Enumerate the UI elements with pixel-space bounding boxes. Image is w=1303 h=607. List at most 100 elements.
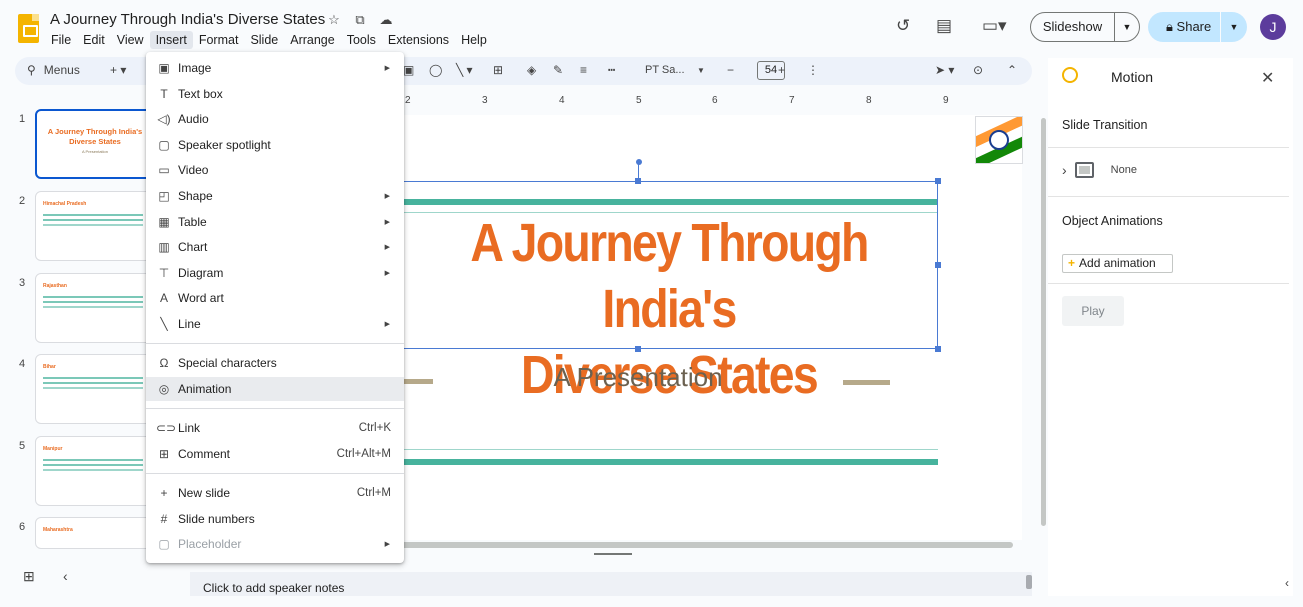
vertical-scrollbar[interactable] bbox=[1041, 118, 1046, 526]
motion-icon[interactable]: ⊙ bbox=[973, 63, 983, 77]
slide-thumbnail-3[interactable]: Rajasthan bbox=[35, 273, 155, 343]
menu-format[interactable]: Format bbox=[193, 31, 245, 49]
document-title[interactable]: A Journey Through India's Diverse States bbox=[50, 11, 325, 28]
menu-extensions[interactable]: Extensions bbox=[382, 31, 455, 49]
menu-item-placeholder: ▢ Placeholder ▶ bbox=[146, 532, 404, 556]
menu-item-diagram[interactable]: ⊤ Diagram ▶ bbox=[146, 261, 404, 285]
image-tool-icon[interactable]: ▣ bbox=[403, 63, 414, 77]
resize-handle[interactable] bbox=[935, 178, 941, 184]
slideshow-label[interactable]: Slideshow bbox=[1031, 13, 1115, 41]
menu-item-new-slide[interactable]: + New slide Ctrl+M bbox=[146, 481, 404, 505]
slide-thumbnail-1[interactable]: A Journey Through India's Diverse States… bbox=[35, 109, 155, 179]
border-dash-icon[interactable]: ┅ bbox=[608, 63, 615, 77]
motion-panel: Motion ✕ Slide Transition › None Object … bbox=[1048, 58, 1293, 596]
select-pointer-icon[interactable]: ➤ ▾ bbox=[935, 63, 954, 77]
menu-item-speaker-spotlight[interactable]: ▢ Speaker spotlight bbox=[146, 133, 404, 157]
animation-icon: ◎ bbox=[158, 382, 170, 396]
slide-number: 6 bbox=[19, 521, 26, 533]
menu-item-chart[interactable]: ▥ Chart ▶ bbox=[146, 235, 404, 259]
font-family-select[interactable]: PT Sa... bbox=[645, 64, 685, 76]
speaker-notes[interactable]: Click to add speaker notes bbox=[190, 572, 1032, 596]
menu-view[interactable]: View bbox=[111, 31, 150, 49]
menu-arrange[interactable]: Arrange bbox=[284, 31, 340, 49]
cloud-status-icon[interactable]: ☁ bbox=[378, 12, 394, 28]
menu-item-slide-numbers[interactable]: # Slide numbers bbox=[146, 507, 404, 531]
menu-edit[interactable]: Edit bbox=[77, 31, 111, 49]
collapse-toolbar-icon[interactable]: ⌃ bbox=[1007, 63, 1017, 77]
shape-tool-icon[interactable]: ◯ bbox=[429, 63, 442, 77]
menu-insert[interactable]: Insert bbox=[149, 31, 193, 49]
textbox-tool-icon[interactable]: ⊞ bbox=[493, 63, 503, 77]
version-history-icon[interactable]: ↺ bbox=[896, 16, 910, 36]
menu-item-special-characters[interactable]: Ω Special characters bbox=[146, 351, 404, 375]
meet-camera-icon[interactable]: ▭▾ bbox=[982, 16, 1007, 36]
decorative-line bbox=[400, 449, 938, 450]
add-animation-button[interactable]: + Add animation bbox=[1062, 254, 1173, 273]
slides-logo-icon[interactable] bbox=[18, 14, 39, 43]
menu-item-animation[interactable]: ◎ Animation bbox=[146, 377, 404, 401]
border-color-icon[interactable]: ✎ bbox=[553, 63, 563, 77]
thumbnail-title: A Journey Through India's Diverse States bbox=[47, 127, 143, 146]
font-dropdown-icon[interactable]: ▼ bbox=[697, 66, 705, 75]
star-icon[interactable]: ☆ bbox=[326, 12, 342, 28]
close-icon[interactable]: ✕ bbox=[1261, 68, 1274, 88]
ruler-label: 2 bbox=[405, 95, 411, 106]
more-options-icon[interactable]: ⋮ bbox=[807, 63, 819, 77]
horizontal-scrollbar[interactable] bbox=[400, 542, 1013, 548]
transition-selector[interactable]: › None bbox=[1062, 162, 1137, 178]
menu-item-audio[interactable]: ◁) Audio bbox=[146, 107, 404, 131]
decrease-font-icon[interactable]: − bbox=[727, 63, 734, 77]
slide-thumbnail-2[interactable]: Himachal Pradesh bbox=[35, 191, 155, 261]
text-box-icon: T bbox=[160, 87, 168, 101]
new-slide-icon[interactable]: + ▾ bbox=[110, 63, 126, 77]
menu-item-line[interactable]: ╲ Line ▶ bbox=[146, 312, 404, 336]
resize-handle[interactable] bbox=[935, 262, 941, 268]
menu-item-shape[interactable]: ◰ Shape ▶ bbox=[146, 184, 404, 208]
submenu-arrow-icon: ▶ bbox=[384, 219, 390, 226]
lock-icon: 🔒︎ bbox=[1166, 19, 1173, 34]
menu-file[interactable]: File bbox=[45, 31, 77, 49]
grid-view-icon[interactable]: ⊞ bbox=[23, 568, 35, 585]
thumbnail-title: Bihar bbox=[43, 364, 56, 370]
menu-help[interactable]: Help bbox=[455, 31, 493, 49]
slide-thumbnail-4[interactable]: Bihar bbox=[35, 354, 155, 424]
menu-item-text-box[interactable]: T Text box bbox=[146, 82, 404, 106]
india-flag-image[interactable] bbox=[975, 116, 1023, 164]
slideshow-button[interactable]: Slideshow ▼ bbox=[1030, 12, 1140, 42]
side-panel-toggle-icon[interactable]: ‹ bbox=[1285, 576, 1289, 590]
rotate-handle[interactable] bbox=[636, 159, 642, 165]
horizontal-ruler: 2 3 4 5 6 7 8 9 bbox=[400, 94, 1022, 112]
menu-item-image[interactable]: ▣ Image ▶ bbox=[146, 56, 404, 80]
menu-item-table[interactable]: ▦ Table ▶ bbox=[146, 210, 404, 234]
share-dropdown-icon[interactable]: ▼ bbox=[1221, 12, 1247, 42]
fill-color-icon[interactable]: ◈ bbox=[527, 63, 536, 77]
menu-item-video[interactable]: ▭ Video bbox=[146, 158, 404, 182]
slide-thumbnail-5[interactable]: Manipur bbox=[35, 436, 155, 506]
avatar[interactable]: J bbox=[1260, 14, 1286, 40]
increase-font-icon[interactable]: + bbox=[778, 63, 785, 77]
notes-resize-handle[interactable] bbox=[594, 553, 632, 555]
slide-thumbnail-6[interactable]: Maharashtra bbox=[35, 517, 155, 549]
resize-handle[interactable] bbox=[635, 178, 641, 184]
move-folder-icon[interactable]: ⧉ bbox=[352, 12, 368, 28]
menu-slide[interactable]: Slide bbox=[244, 31, 284, 49]
line-tool-icon[interactable]: ╲ ▾ bbox=[456, 63, 473, 77]
share-button[interactable]: 🔒︎ Share ▼ bbox=[1148, 12, 1247, 42]
comments-icon[interactable]: ▤ bbox=[936, 16, 952, 36]
border-weight-icon[interactable]: ≡ bbox=[580, 63, 587, 77]
slide-number: 1 bbox=[19, 113, 26, 125]
menu-item-link[interactable]: ⊂⊃ Link Ctrl+K bbox=[146, 416, 404, 440]
resize-handle[interactable] bbox=[935, 346, 941, 352]
notes-scrollbar[interactable] bbox=[1026, 575, 1032, 589]
slideshow-dropdown-icon[interactable]: ▼ bbox=[1115, 13, 1139, 41]
slide-subtitle[interactable]: A Presentation bbox=[400, 362, 876, 393]
menu-item-comment[interactable]: ⊞ Comment Ctrl+Alt+M bbox=[146, 442, 404, 466]
play-button[interactable]: Play bbox=[1062, 296, 1124, 326]
chevron-right-icon[interactable]: › bbox=[1062, 162, 1067, 178]
menu-item-word-art[interactable]: A Word art bbox=[146, 286, 404, 310]
shape-icon: ◰ bbox=[158, 189, 170, 203]
collapse-filmstrip-icon[interactable]: ‹ bbox=[63, 568, 68, 584]
menus-search[interactable]: ⚲ Menus bbox=[27, 63, 80, 77]
menu-tools[interactable]: Tools bbox=[341, 31, 382, 49]
thumbnail-title: Himachal Pradesh bbox=[43, 201, 87, 207]
